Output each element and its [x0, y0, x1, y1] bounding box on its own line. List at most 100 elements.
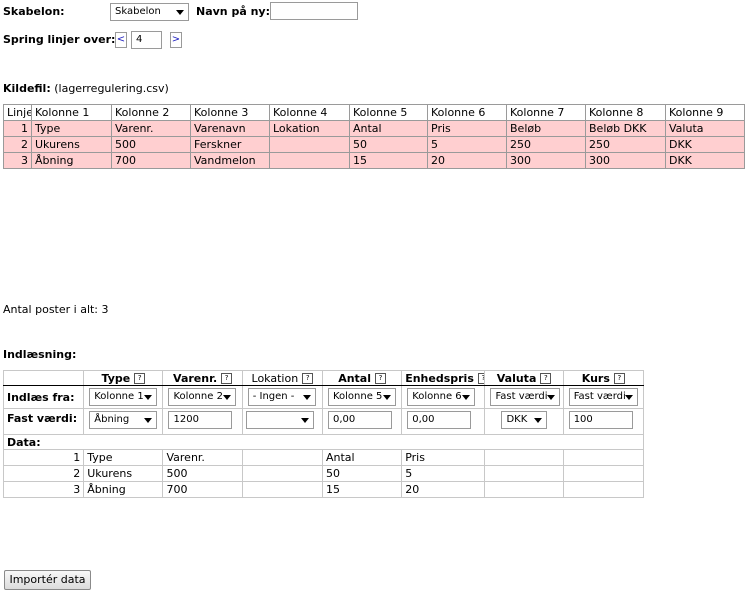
fixed-varenr-input[interactable]: 1200 [168, 411, 233, 429]
select-value: DKK [506, 414, 528, 425]
table-cell: Beløb [506, 120, 586, 137]
chevron-down-icon [534, 418, 543, 423]
help-icon[interactable]: ? [613, 373, 625, 384]
fixed-value-label: Fast værdi: [2, 408, 85, 435]
source-file: Kildefil: (lagerregulering.csv) [3, 82, 169, 95]
fixed-valuta-select[interactable]: DKK [501, 411, 548, 429]
chevron-down-icon [302, 395, 311, 400]
template-select[interactable]: Skabelon [110, 3, 189, 21]
column-header-antal: Antal? [321, 370, 403, 386]
column-header: Linje [3, 104, 32, 121]
select-value: Kolonne 6 [412, 391, 462, 402]
table-cell: 700 [111, 152, 191, 169]
data-label-row: Data: [3, 434, 644, 450]
help-icon[interactable]: ? [134, 373, 146, 384]
read-from-select-lokation[interactable]: - Ingen - [247, 388, 316, 406]
header-label: Valuta [496, 371, 537, 385]
column-header: Kolonne 7 [506, 104, 586, 121]
help-icon[interactable]: ? [302, 373, 314, 384]
table-cell: Varenr. [162, 449, 243, 466]
table-row: 1 Type Varenr. Varenavn Lokation Antal P… [3, 120, 745, 137]
header-label: Type [101, 371, 131, 385]
read-from-select-antal[interactable]: Kolonne 5 [327, 388, 396, 406]
table-cell: 15 [349, 152, 428, 169]
column-header: Kolonne 4 [269, 104, 350, 121]
table-cell: 5 [427, 136, 507, 153]
chevron-down-icon [223, 395, 232, 400]
fixed-antal-input[interactable]: 0,00 [327, 411, 392, 429]
table-cell: Valuta [665, 120, 745, 137]
table-cell: 2 [2, 465, 85, 482]
table-cell: 500 [111, 136, 191, 153]
import-section-label: Indlæsning: [3, 348, 77, 361]
table-cell [562, 481, 645, 498]
table-row: 2 Ukurens 500 50 5 [2, 465, 645, 482]
table-row: 1 Type Varenr. Antal Pris [2, 449, 645, 466]
table-cell [269, 152, 350, 169]
table-cell [484, 465, 564, 482]
table-cell: 50 [349, 136, 428, 153]
table-cell: Ferskner [190, 136, 270, 153]
import-data-button[interactable]: Importér data [4, 570, 91, 590]
table-cell: 300 [585, 152, 666, 169]
column-header: Kolonne 9 [665, 104, 745, 121]
header-label: Kurs [581, 371, 610, 385]
import-mapping-table: Type? Varenr.? Lokation? Antal? Enhedspr… [2, 370, 645, 498]
select-value: - Ingen - [252, 391, 295, 402]
select-value: Kolonne 2 [173, 391, 223, 402]
column-header: Kolonne 6 [427, 104, 507, 121]
table-cell: 2 [3, 136, 32, 153]
table-cell: 15 [321, 481, 403, 498]
table-cell: Varenavn [190, 120, 270, 137]
skip-lines-input[interactable]: 4 [131, 31, 162, 49]
new-name-input[interactable] [270, 2, 358, 20]
read-from-row: Indlæs fra: Kolonne 1 Kolonne 2 - Ingen … [2, 385, 645, 409]
source-file-name: (lagerregulering.csv) [54, 82, 169, 95]
skip-increase-button[interactable]: > [170, 32, 182, 48]
table-cell [269, 136, 350, 153]
select-value: Kolonne 5 [332, 391, 383, 402]
chevron-down-icon [382, 395, 391, 400]
table-cell: Type [31, 120, 112, 137]
chevron-down-icon [547, 395, 556, 400]
chevron-down-icon [144, 418, 153, 423]
table-cell: 3 [2, 481, 85, 498]
table-cell: Beløb DKK [585, 120, 666, 137]
table-row: 2 Ukurens 500 Ferskner 50 5 250 250 DKK [3, 136, 745, 153]
table-cell [241, 481, 323, 498]
help-icon[interactable]: ? [540, 373, 552, 384]
help-icon[interactable]: ? [374, 373, 386, 384]
help-icon[interactable]: ? [477, 373, 484, 384]
column-header-valuta: Valuta? [484, 370, 564, 386]
total-records: Antal poster i alt: 3 [3, 303, 109, 316]
fixed-enhedspris-input[interactable]: 0,00 [407, 411, 472, 429]
read-from-select-kurs[interactable]: Fast værdi [568, 388, 638, 406]
source-table: Linje Kolonne 1 Kolonne 2 Kolonne 3 Kolo… [3, 104, 745, 169]
read-from-select-varenr[interactable]: Kolonne 2 [168, 388, 237, 406]
table-cell: Type [83, 449, 164, 466]
fixed-kurs-input[interactable]: 100 [568, 411, 633, 429]
column-header: Kolonne 3 [190, 104, 270, 121]
table-cell: 250 [506, 136, 586, 153]
table-cell: Ukurens [83, 465, 164, 482]
table-cell: Lokation [269, 120, 350, 137]
skip-decrease-button[interactable]: < [115, 32, 127, 48]
table-cell: 1 [3, 120, 32, 137]
column-header-lokation: Lokation? [241, 370, 323, 386]
table-cell: 20 [401, 481, 486, 498]
help-icon[interactable]: ? [221, 373, 233, 384]
read-from-select-enhedspris[interactable]: Kolonne 6 [407, 388, 476, 406]
table-cell [241, 465, 323, 482]
column-header-varenr: Varenr.? [162, 370, 243, 386]
read-from-select-type[interactable]: Kolonne 1 [89, 388, 158, 406]
select-value: Kolonne 1 [94, 391, 144, 402]
table-cell [484, 481, 564, 498]
fixed-type-select[interactable]: Åbning [89, 411, 158, 429]
data-label: Data: [3, 434, 644, 450]
header-label: Varenr. [173, 371, 218, 385]
table-cell: Pris [427, 120, 507, 137]
read-from-select-valuta[interactable]: Fast værdi [490, 388, 561, 406]
table-cell: Antal [321, 449, 403, 466]
table-cell: Antal [349, 120, 428, 137]
fixed-lokation-select[interactable] [245, 411, 314, 429]
